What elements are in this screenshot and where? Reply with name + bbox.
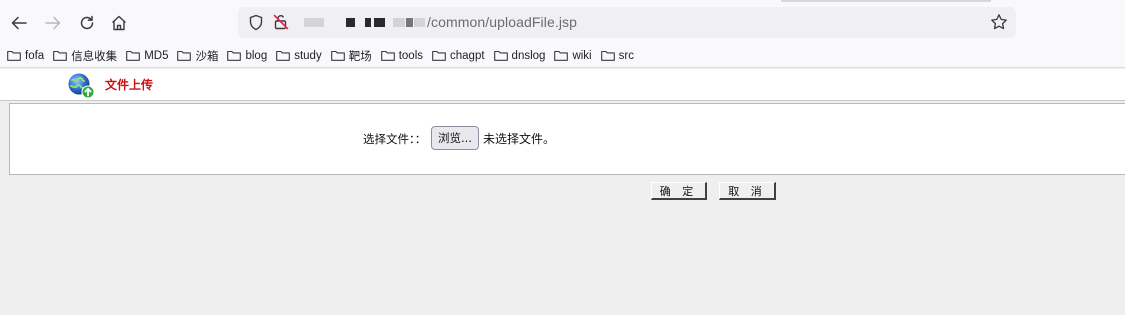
bookmark-info-gathering[interactable]: 信息收集: [53, 46, 117, 66]
redacted-url-part: [365, 18, 371, 27]
page-header: 文件上传: [0, 69, 1125, 100]
folder-icon: [330, 50, 345, 61]
url-text[interactable]: /common/uploadFile.jsp: [427, 14, 577, 30]
redacted-url-part: [414, 18, 425, 27]
bookmark-label: 沙箱: [195, 50, 219, 63]
folder-icon: [177, 50, 192, 61]
folder-icon: [600, 50, 615, 61]
folder-icon: [126, 50, 141, 61]
bookmark-tools[interactable]: tools: [380, 46, 424, 66]
bookmark-label: 信息收集: [71, 50, 118, 63]
file-select-label: 选择文件：：: [363, 132, 427, 146]
bookmark-dnslog[interactable]: dnslog: [493, 46, 546, 66]
redacted-url-part: [393, 18, 405, 27]
cancel-button-label: 取 消: [728, 184, 766, 198]
bookmark-blog[interactable]: blog: [227, 46, 267, 66]
folder-icon: [7, 50, 21, 61]
redacted-url-part: [374, 18, 385, 27]
bookmark-label: MD5: [144, 49, 169, 62]
bookmark-label: src: [618, 49, 634, 62]
reload-icon: [80, 15, 94, 30]
insecure-lock-icon[interactable]: [273, 13, 289, 31]
arrow-right-icon: [45, 16, 61, 30]
upload-form-panel: 选择文件：： 浏览... 未选择文件。: [9, 103, 1125, 175]
bookmark-fofa[interactable]: fofa: [7, 46, 44, 66]
toolbar-divider: [781, 0, 991, 2]
header-divider: [0, 100, 1125, 101]
shield-icon[interactable]: [248, 14, 264, 31]
bookmark-src[interactable]: src: [600, 46, 634, 66]
bookmark-label: tools: [398, 49, 424, 62]
address-bar[interactable]: /common/uploadFile.jsp: [238, 7, 1016, 38]
bookmark-label: dnslog: [511, 49, 546, 62]
back-button[interactable]: [8, 12, 30, 34]
folder-icon: [493, 50, 508, 61]
arrow-left-icon: [11, 16, 27, 30]
bookmarks-bar: fofa 信息收集 MD5 沙箱 blog study 靶场 tools cha…: [0, 44, 1125, 68]
redacted-url-part: [346, 18, 355, 27]
cancel-button[interactable]: 取 消: [719, 182, 776, 200]
folder-icon: [554, 50, 569, 61]
bookmark-label: fofa: [25, 49, 45, 62]
bookmark-range[interactable]: 靶场: [330, 46, 372, 66]
folder-icon: [53, 50, 68, 61]
redacted-url-part: [304, 18, 324, 27]
confirm-button-label: 确 定: [659, 184, 698, 198]
bookmark-label: 靶场: [348, 50, 372, 63]
page-title: 文件上传: [105, 78, 154, 92]
browse-button-label: 浏览...: [438, 131, 472, 145]
reload-button[interactable]: [76, 12, 98, 34]
folder-icon: [380, 50, 395, 61]
bookmark-label: chagpt: [450, 49, 485, 62]
forward-button[interactable]: [42, 12, 64, 34]
folder-icon: [432, 50, 446, 61]
browse-button[interactable]: 浏览...: [431, 126, 479, 150]
confirm-button[interactable]: 确 定: [651, 182, 707, 200]
bookmark-wiki[interactable]: wiki: [554, 46, 592, 66]
bookmark-label: study: [294, 49, 322, 62]
globe-upload-icon: [68, 73, 95, 99]
bookmark-label: blog: [245, 49, 268, 62]
file-status-text: 未选择文件。: [483, 132, 556, 146]
home-button[interactable]: [108, 12, 130, 34]
folder-icon: [276, 50, 291, 61]
bookmark-star-icon[interactable]: [990, 13, 1008, 31]
folder-icon: [227, 50, 242, 61]
bookmark-label: wiki: [572, 49, 592, 62]
bookmark-study[interactable]: study: [276, 46, 322, 66]
page-content: 文件上传 选择文件：： 浏览... 未选择文件。 确 定 取 消: [0, 69, 1125, 315]
home-icon: [112, 15, 126, 31]
bookmark-md5[interactable]: MD5: [126, 46, 168, 66]
bookmark-sandbox[interactable]: 沙箱: [177, 46, 218, 66]
redacted-url-part: [406, 18, 413, 27]
browser-toolbar: /common/uploadFile.jsp: [0, 0, 1125, 44]
bookmark-chagpt[interactable]: chagpt: [432, 46, 485, 66]
